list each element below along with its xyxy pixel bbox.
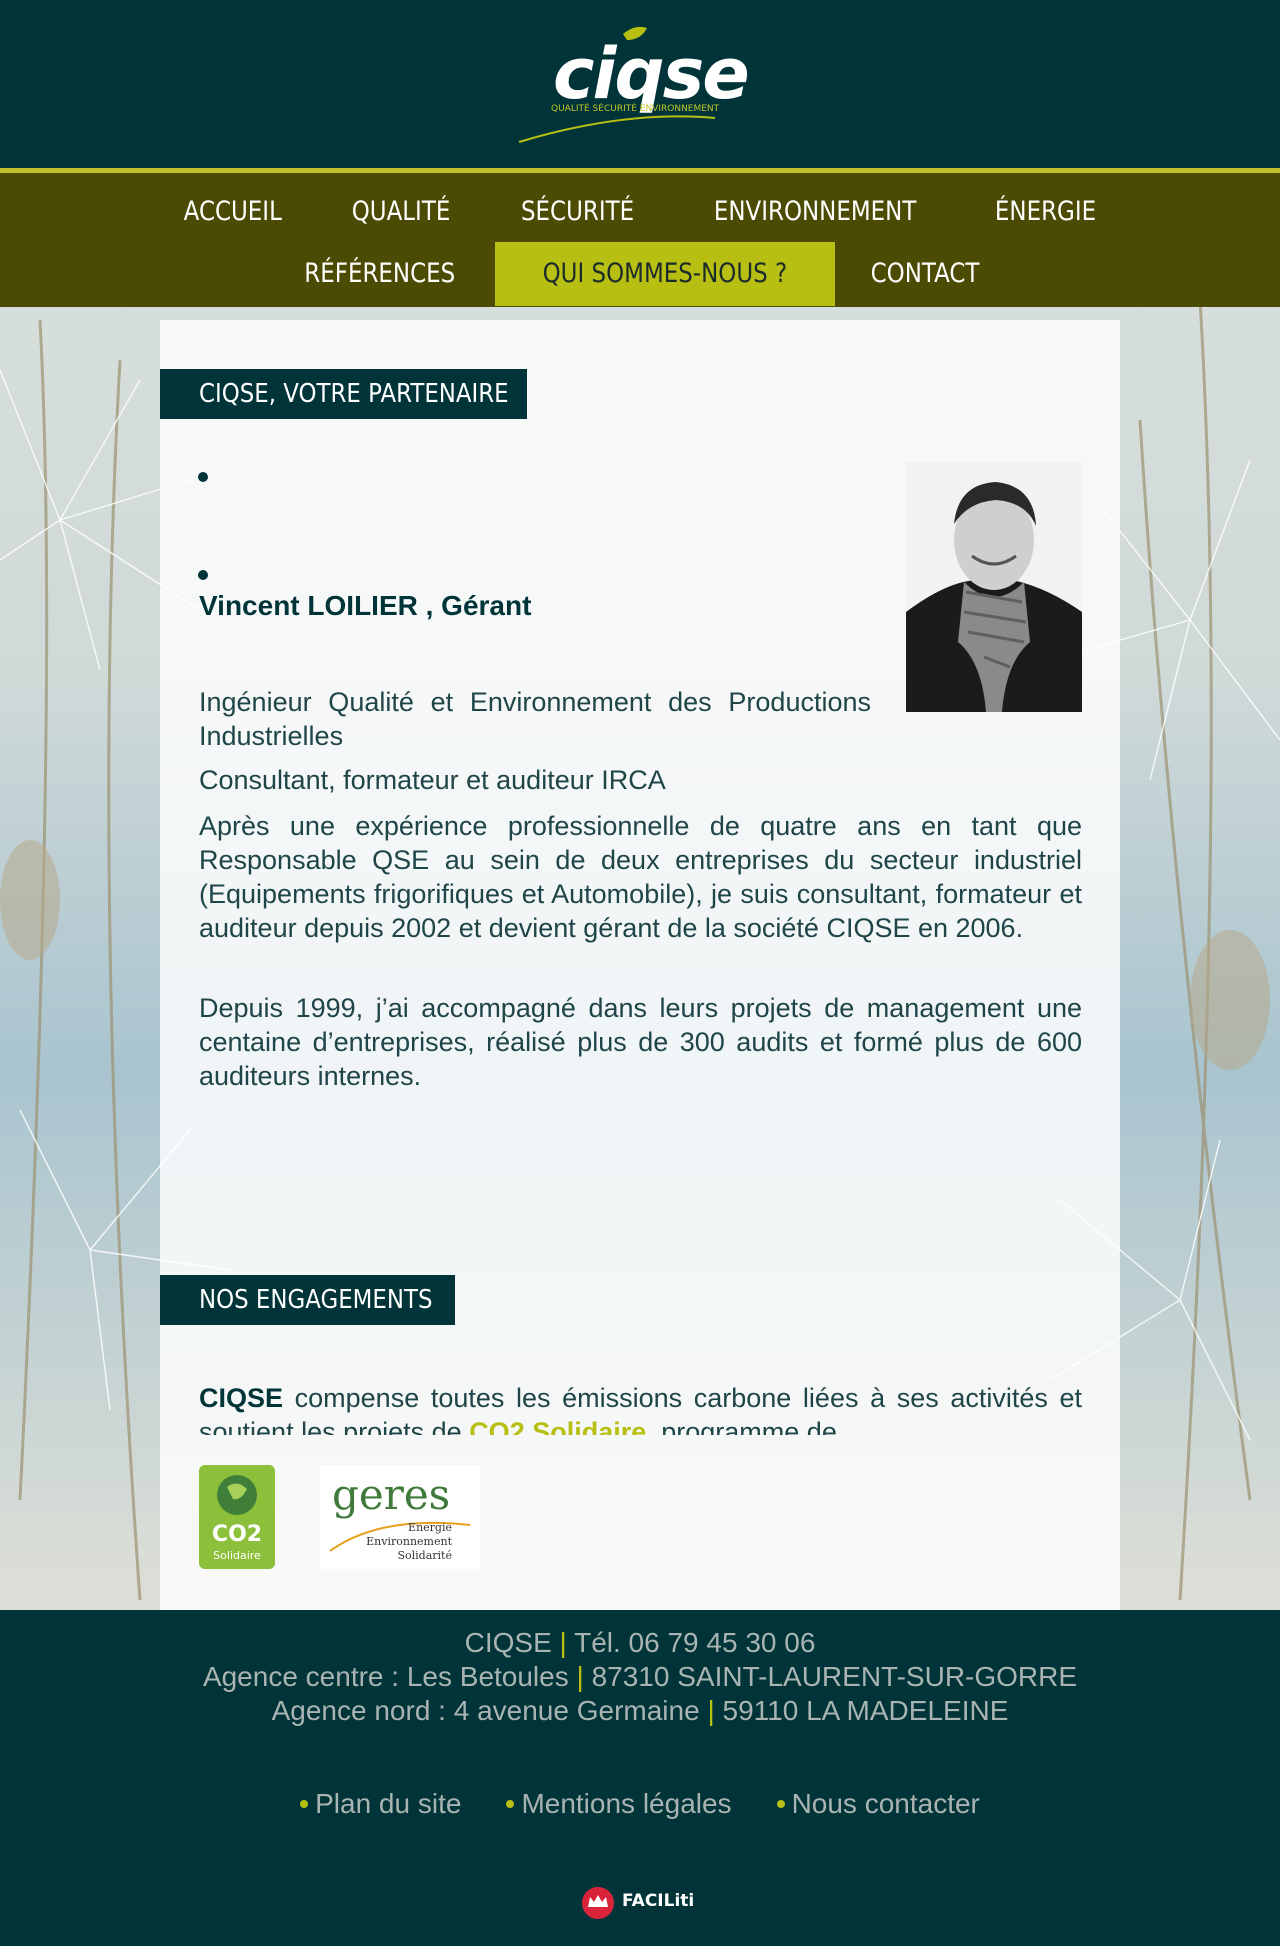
footer-links: Plan du site Mentions légales Nous conta…: [0, 1788, 1280, 1820]
nav-item-qui-sommes-nous[interactable]: QUI SOMMES-NOUS ?: [494, 242, 835, 306]
logo-wordmark: ciqse: [553, 33, 750, 115]
about-paragraph-2: Consultant, formateur et auditeur IRCA: [199, 765, 666, 795]
ciqse-logo[interactable]: ciqse QUALITÉ SÉCURITÉ ENVIRONNEMENT: [515, 24, 765, 146]
faciliti-label: FACILiti: [622, 1891, 695, 1911]
nav-row-2: RÉFÉRENCES QUI SOMMES-NOUS ? CONTACT: [0, 242, 1280, 306]
nav-item-energie[interactable]: ÉNERGIE: [973, 187, 1118, 237]
person-name: Vincent LOILIER , Gérant: [199, 590, 532, 621]
agency-nord-city: 59110 LA MADELEINE: [722, 1695, 1009, 1726]
nav-item-contact[interactable]: CONTACT: [848, 242, 1001, 306]
about-paragraph-1: Ingénieur Qualité et Environnement des P…: [199, 687, 871, 751]
brand-word: CIQSE: [199, 1383, 284, 1413]
agency-nord-address: Agence nord : 4 avenue Germaine: [271, 1695, 700, 1726]
co2-logo-subtext: Solidaire: [213, 1549, 261, 1562]
faciliti-badge[interactable]: FACILiti: [580, 1885, 694, 1925]
content-panel: CIQSE, VOTRE PARTENAIRE Vincent LOILIER …: [160, 320, 1120, 1610]
section-title-text: CIQSE, VOTRE PARTENAIRE: [199, 379, 509, 409]
footer-link-label: Plan du site: [315, 1788, 462, 1819]
nav-item-references[interactable]: RÉFÉRENCES: [283, 242, 478, 306]
crown-icon: [582, 1887, 614, 1919]
co2-logo-text: CO2: [212, 1522, 262, 1547]
footer-link-sitemap[interactable]: Plan du site: [300, 1788, 461, 1820]
bullet-icon: [776, 1800, 785, 1808]
footer-separator: |: [576, 1661, 584, 1692]
geres-wordmark: geres: [332, 1470, 450, 1519]
footer-phone[interactable]: Tél. 06 79 45 30 06: [574, 1627, 815, 1658]
footer-separator: |: [707, 1695, 715, 1726]
footer-company: CIQSE: [464, 1627, 552, 1658]
footer-separator: |: [559, 1627, 567, 1658]
site-header: ciqse QUALITÉ SÉCURITÉ ENVIRONNEMENT: [0, 0, 1280, 168]
co2-solidaire-logo[interactable]: CO2 Solidaire: [199, 1465, 275, 1569]
portrait-photo: [906, 462, 1082, 712]
footer-link-legal[interactable]: Mentions légales: [506, 1788, 732, 1820]
bullet-icon: [198, 570, 208, 580]
nav-item-qualite[interactable]: QUALITÉ: [329, 187, 472, 237]
nav-row-1: ACCUEIL QUALITÉ SÉCURITÉ ENVIRONNEMENT É…: [0, 187, 1280, 237]
footer-link-label: Mentions légales: [521, 1788, 732, 1819]
about-paragraph-4: Depuis 1999, j’ai accompagné dans leurs …: [199, 993, 1082, 1091]
footer-link-contact[interactable]: Nous contacter: [776, 1788, 980, 1820]
footer-link-label: Nous contacter: [791, 1788, 980, 1819]
nav-item-environnement[interactable]: ENVIRONNEMENT: [691, 187, 938, 237]
bullet-icon: [300, 1800, 309, 1808]
logo-tagline: QUALITÉ SÉCURITÉ ENVIRONNEMENT: [551, 104, 720, 114]
commitments-text-end: , programme de: [646, 1417, 837, 1435]
bullet-icon: [198, 472, 208, 482]
section-title-text: NOS ENGAGEMENTS: [199, 1285, 433, 1315]
commitments-paragraph: CIQSE compense toutes les émissions carb…: [199, 1381, 1082, 1435]
agency-centre-city: 87310 SAINT-LAURENT-SUR-GORRE: [591, 1661, 1078, 1692]
geres-logo[interactable]: geres Energie Environnement Solidarité: [320, 1465, 480, 1569]
geres-line-3: Solidarité: [397, 1549, 452, 1562]
agency-centre-address: Agence centre : Les Betoules: [202, 1661, 569, 1692]
footer-contact-line: CIQSE | Tél. 06 79 45 30 06: [0, 1627, 1280, 1659]
nav-item-securite[interactable]: SÉCURITÉ: [499, 187, 656, 237]
geres-line-1: Energie: [408, 1521, 452, 1534]
footer-agency-centre: Agence centre : Les Betoules | 87310 SAI…: [0, 1661, 1280, 1693]
main-navigation: ACCUEIL QUALITÉ SÉCURITÉ ENVIRONNEMENT É…: [0, 173, 1280, 307]
site-footer: CIQSE | Tél. 06 79 45 30 06 Agence centr…: [0, 1610, 1280, 1946]
nav-item-accueil[interactable]: ACCUEIL: [162, 187, 304, 237]
section-title-commitments: NOS ENGAGEMENTS: [160, 1275, 455, 1325]
geres-line-2: Environnement: [366, 1535, 452, 1548]
bullet-icon: [506, 1800, 515, 1808]
about-paragraph-3: Après une expérience professionnelle de …: [199, 811, 1082, 943]
co2-solidaire-link[interactable]: CO2 Solidaire: [469, 1417, 646, 1435]
section-title-partner: CIQSE, VOTRE PARTENAIRE: [160, 369, 527, 419]
footer-agency-nord: Agence nord : 4 avenue Germaine | 59110 …: [0, 1695, 1280, 1727]
nav-item-label: QUI SOMMES-NOUS ?: [520, 242, 810, 306]
